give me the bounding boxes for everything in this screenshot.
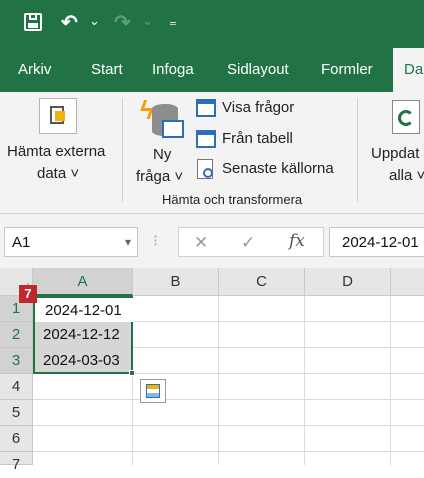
tab-formler[interactable]: Formler (321, 48, 373, 92)
recent-sources-icon (197, 159, 213, 179)
group-separator (357, 98, 358, 202)
enter-icon[interactable]: ✓ (241, 233, 255, 253)
column-header-c[interactable]: C (219, 268, 305, 296)
name-box-value: A1 (12, 234, 31, 251)
recent-sources-label: Senaste källorna (222, 160, 334, 177)
quick-access-toolbar: ↶ ⌄ ↷ ⌄ ₌ (0, 0, 424, 48)
tab-sidlayout[interactable]: Sidlayout (227, 48, 289, 92)
column-header-d[interactable]: D (305, 268, 391, 296)
row-header-4[interactable]: 4 (0, 374, 33, 400)
row-header-3[interactable]: 3 (0, 348, 33, 374)
external-data-icon (39, 98, 77, 134)
redo-dropdown-icon[interactable]: ⌄ (142, 10, 153, 32)
formula-buttons: ✕ ✓ fx (178, 227, 324, 257)
tab-data[interactable]: Da (393, 48, 424, 92)
row-header-6[interactable]: 6 (0, 426, 33, 452)
formula-input-value: 2024-12-01 (342, 234, 419, 251)
row-header-7[interactable]: 7 (0, 452, 33, 473)
refresh-all-label-line2: alla ˅ (389, 167, 424, 184)
from-table-label: Från tabell (222, 130, 293, 147)
get-external-data-label-line2: data ˅ (37, 165, 80, 182)
tab-start[interactable]: Start (91, 48, 123, 92)
formula-input[interactable]: 2024-12-01 (329, 227, 424, 257)
name-box[interactable]: A1 ▾ (4, 227, 138, 257)
get-external-data-button[interactable]: Hämta externa data ˅ (4, 94, 112, 186)
step-badge: 7 (19, 285, 37, 303)
chevron-down-icon[interactable]: ▾ (125, 235, 131, 249)
group-label: Hämta och transformera (162, 192, 303, 207)
cell-a3[interactable]: 2024-03-03 (33, 348, 133, 374)
column-header-e[interactable] (391, 268, 424, 296)
formula-bar: A1 ▾ ⁝ ✕ ✓ fx 2024-12-01 (0, 214, 424, 268)
cell-a2[interactable]: 2024-12-12 (33, 322, 133, 348)
tab-infoga[interactable]: Infoga (152, 48, 194, 92)
refresh-icon (392, 100, 420, 134)
from-table-button[interactable]: Från tabell (196, 128, 316, 152)
ribbon: Hämta externa data ˅ ϟ Ny fråga ˅ Visa f… (0, 92, 424, 214)
show-queries-button[interactable]: Visa frågor (196, 97, 316, 121)
fill-handle[interactable] (129, 370, 135, 376)
cancel-icon[interactable]: ✕ (194, 233, 208, 253)
get-external-data-label-line1: Hämta externa (7, 143, 106, 160)
queries-icon (196, 99, 216, 117)
group-separator (122, 98, 123, 202)
new-query-label-line1: Ny (153, 146, 172, 163)
row-header-2[interactable]: 2 (0, 322, 33, 348)
formula-bar-separator: ⁝ (153, 233, 159, 250)
insert-function-icon[interactable]: fx (289, 231, 305, 251)
column-header-a[interactable]: A (33, 268, 133, 296)
worksheet-grid: A B C D 1 2 3 4 5 6 7 2024-12-01 2024-12… (0, 268, 424, 473)
show-queries-label: Visa frågor (222, 99, 295, 116)
save-icon[interactable] (24, 13, 42, 31)
table-icon (162, 120, 184, 138)
tab-arkiv[interactable]: Arkiv (18, 48, 51, 92)
ribbon-tabs: Arkiv Start Infoga Sidlayout Formler Da (0, 48, 424, 92)
new-query-label-line2: fråga ˅ (136, 168, 184, 185)
quick-analysis-icon[interactable] (140, 379, 166, 403)
from-table-icon (196, 130, 216, 148)
column-header-b[interactable]: B (133, 268, 219, 296)
new-query-button[interactable]: ϟ Ny fråga ˅ (132, 94, 192, 186)
row-header-5[interactable]: 5 (0, 400, 33, 426)
customize-icon[interactable]: ₌ (169, 11, 177, 33)
recent-sources-button[interactable]: Senaste källorna (196, 158, 346, 182)
undo-dropdown-icon[interactable]: ⌄ (89, 10, 100, 32)
refresh-all-label-line1: Uppdat (371, 145, 420, 162)
refresh-all-button[interactable]: Uppdat alla ˅ (368, 94, 424, 186)
cell-a1[interactable]: 2024-12-01 (33, 296, 133, 322)
redo-icon[interactable]: ↷ (114, 12, 131, 34)
undo-icon[interactable]: ↶ (61, 12, 78, 34)
